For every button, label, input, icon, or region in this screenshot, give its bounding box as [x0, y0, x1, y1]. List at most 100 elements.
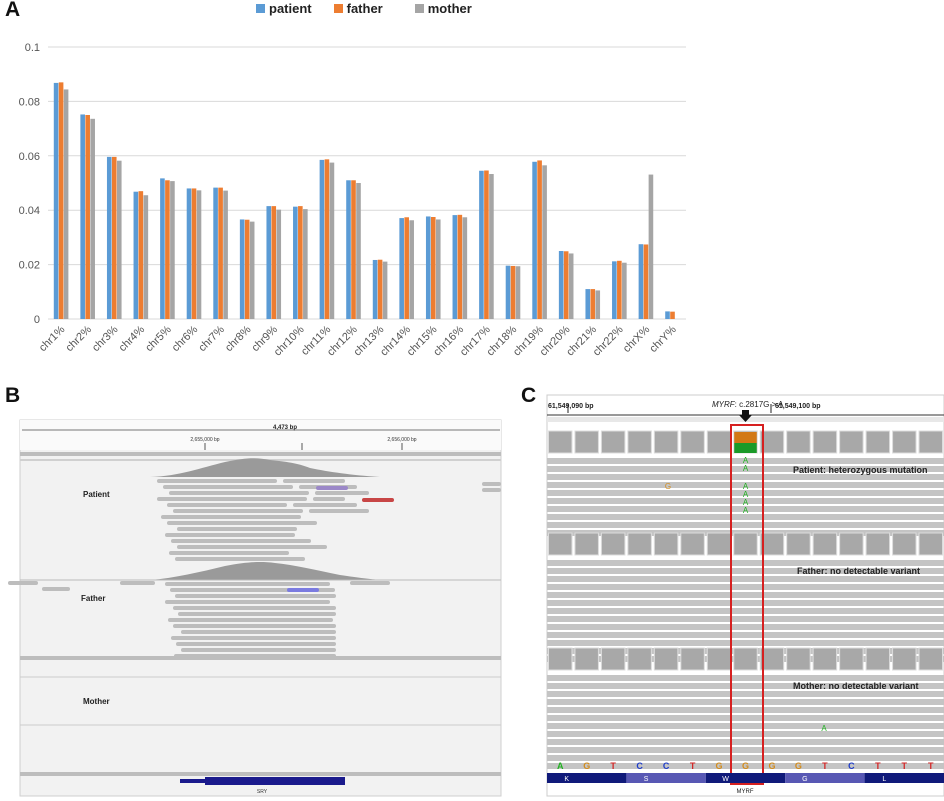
coverage-cell	[733, 532, 758, 556]
coverage-cell	[574, 647, 599, 671]
variant-annotation: MYRF: c.2817G > A	[712, 400, 784, 409]
coverage-cell	[653, 430, 679, 454]
sequence-base: T	[875, 761, 881, 771]
coverage-cell	[918, 532, 943, 556]
sequence-base: T	[928, 761, 934, 771]
amino-acid-block	[547, 773, 627, 783]
coverage-cell	[839, 532, 864, 556]
read-row	[547, 739, 944, 745]
read-row	[547, 522, 944, 528]
coverage-cell	[865, 430, 891, 454]
read-row	[547, 624, 944, 630]
coverage-cell	[600, 430, 626, 454]
coverage-cell	[548, 647, 573, 671]
amino-acid-letter: L	[882, 776, 886, 783]
coverage-cell	[812, 647, 838, 671]
sequence-base: G	[742, 761, 749, 771]
coverage-cell	[918, 647, 943, 671]
amino-acid-block	[626, 773, 706, 783]
coverage-cell	[839, 430, 864, 454]
read-row	[547, 632, 944, 638]
coverage-cell	[627, 532, 652, 556]
sequence-base: G	[716, 761, 723, 771]
sequence-base: T	[690, 761, 696, 771]
read-row	[547, 640, 944, 646]
sequence-base: T	[902, 761, 908, 771]
amino-acid-block	[705, 773, 786, 783]
coverage-cell	[680, 647, 705, 671]
myrf-gene-label: MYRF	[737, 789, 754, 795]
read-row	[547, 584, 944, 590]
read-row	[547, 699, 944, 705]
coverage-cell	[865, 532, 891, 556]
sequence-base: C	[636, 761, 643, 771]
read-row	[547, 731, 944, 737]
amino-acid-letter: W	[722, 776, 729, 783]
amino-acid-letter: S	[644, 776, 649, 783]
sequence-base: C	[663, 761, 670, 771]
coverage-cell	[812, 532, 838, 556]
coverage-cell	[812, 430, 838, 454]
variant-change: : c.2817G > A	[735, 400, 784, 409]
amino-acid-track: KSWGL	[547, 773, 944, 783]
coverage-cell	[680, 532, 705, 556]
mother-base-a: A	[821, 724, 827, 733]
coverage-cell	[653, 647, 679, 671]
mother-status-label: Mother: no detectable variant	[793, 681, 919, 691]
coverage-cell	[574, 430, 599, 454]
coverage-cell	[680, 430, 705, 454]
read-row	[547, 608, 944, 614]
read-row	[547, 747, 944, 753]
variant-coverage-ref	[734, 432, 757, 443]
coverage-cell	[706, 532, 732, 556]
sequence-base: G	[795, 761, 802, 771]
read-row	[547, 715, 944, 721]
amino-acid-block	[864, 773, 944, 783]
variant-coverage-alt	[734, 443, 757, 453]
coverage-cell	[627, 647, 652, 671]
alt-base-a: A	[743, 464, 749, 473]
sequence-base: G	[583, 761, 590, 771]
coverage-cell	[653, 532, 679, 556]
alt-base-a: A	[743, 506, 749, 515]
panel-c-coord-left: 61,549,090 bp	[548, 403, 594, 410]
coverage-cell	[574, 532, 599, 556]
read-row	[547, 691, 944, 697]
read-row	[547, 707, 944, 713]
amino-acid-block	[785, 773, 865, 783]
read-row	[547, 616, 944, 622]
coverage-cell	[706, 430, 732, 454]
read-row	[547, 600, 944, 606]
coverage-cell	[733, 647, 758, 671]
coverage-cell	[892, 430, 917, 454]
sequence-base: G	[768, 761, 775, 771]
coverage-cell	[627, 430, 652, 454]
coverage-cell	[918, 430, 943, 454]
coverage-cell	[706, 647, 732, 671]
reference-sequence: AGTCCTGGGGTCTTT	[557, 761, 934, 771]
coverage-cell	[892, 647, 917, 671]
coverage-cell	[839, 647, 864, 671]
sequence-base: T	[610, 761, 616, 771]
mismatch-base-g: G	[665, 482, 671, 491]
coverage-cell	[786, 430, 811, 454]
patient-status-label: Patient: heterozygous mutation	[793, 465, 928, 475]
coverage-cell	[865, 647, 891, 671]
father-status-label: Father: no detectable variant	[797, 566, 921, 576]
sequence-base: T	[822, 761, 828, 771]
amino-acid-letter: K	[564, 776, 569, 783]
read-row	[547, 576, 944, 582]
coverage-cell	[548, 430, 573, 454]
amino-acid-letter: G	[802, 776, 807, 783]
sequence-base: A	[557, 761, 564, 771]
read-row	[547, 723, 944, 729]
coverage-cell	[600, 647, 626, 671]
read-row	[547, 592, 944, 598]
variant-gene-name: MYRF	[712, 400, 736, 409]
coverage-cell	[892, 532, 917, 556]
coverage-cell	[600, 532, 626, 556]
coverage-cell	[548, 532, 573, 556]
coverage-cell	[786, 532, 811, 556]
coverage-cell	[786, 647, 811, 671]
sequence-base: C	[848, 761, 855, 771]
